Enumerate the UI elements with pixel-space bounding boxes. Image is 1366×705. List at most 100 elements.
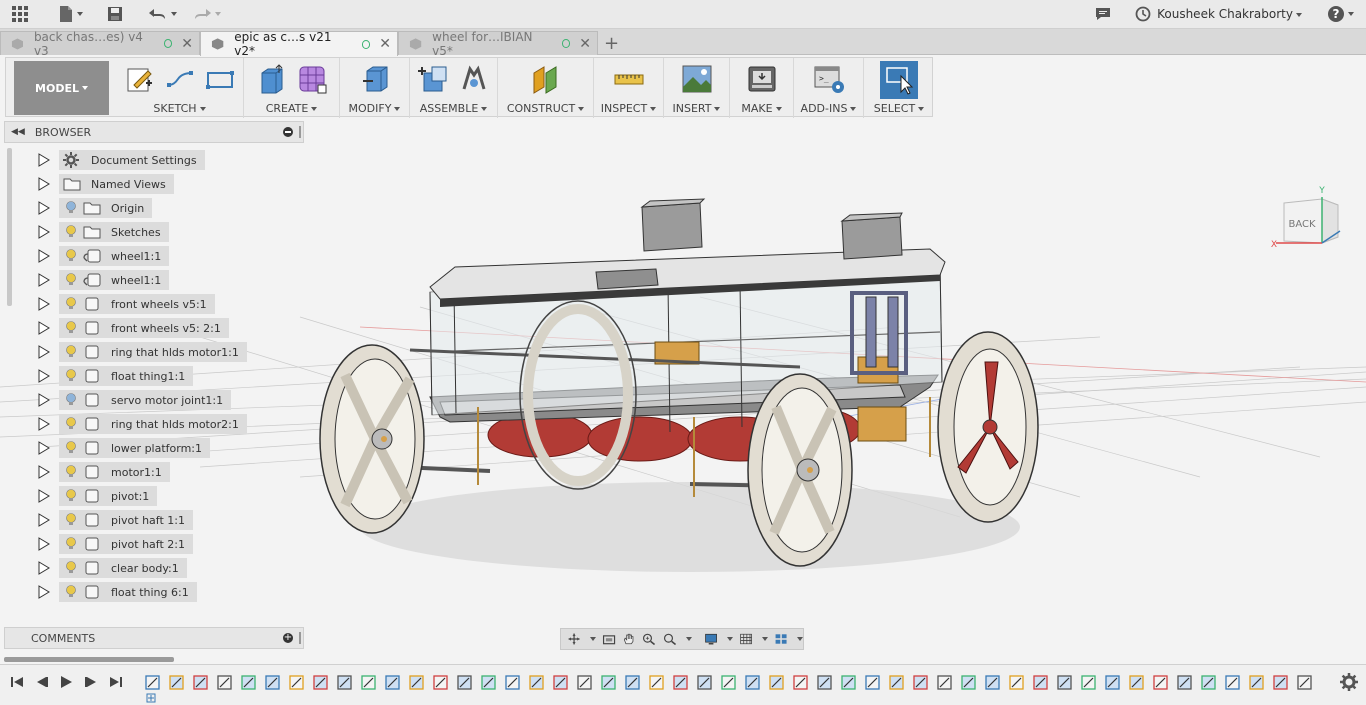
timeline-feature-icon[interactable] xyxy=(1105,675,1120,690)
timeline-feature-icon[interactable] xyxy=(601,675,616,690)
timeline-scrollbar[interactable] xyxy=(4,657,174,662)
visibility-bulb-icon[interactable] xyxy=(65,417,77,431)
browser-item-body[interactable]: clear body:1 xyxy=(59,558,187,578)
visibility-bulb-icon[interactable] xyxy=(65,273,77,287)
timeline-feature-icon[interactable] xyxy=(649,675,664,690)
timeline-feature-icon[interactable] xyxy=(1177,675,1192,690)
minimize-panel-icon[interactable] xyxy=(283,127,293,137)
viewports-dropdown-icon[interactable] xyxy=(797,637,803,641)
zoom-dropdown-icon[interactable] xyxy=(685,637,692,641)
browser-item[interactable]: clear body:1 xyxy=(38,558,187,578)
browser-item[interactable]: ring that hlds motor2:1 xyxy=(38,414,247,434)
comments-panel-header[interactable]: COMMENTS + xyxy=(4,627,304,649)
expand-triangle-icon[interactable] xyxy=(38,561,50,575)
create-group[interactable]: CREATE xyxy=(244,58,340,118)
panel-grip-icon[interactable] xyxy=(299,126,301,138)
timeline-feature-icon[interactable] xyxy=(841,675,856,690)
history-clock-icon[interactable] xyxy=(1134,5,1152,23)
collapse-panel-icon[interactable]: ◀◀ xyxy=(11,127,25,137)
expand-triangle-icon[interactable] xyxy=(38,153,50,167)
redo-icon[interactable] xyxy=(189,5,223,23)
expand-triangle-icon[interactable] xyxy=(38,273,50,287)
workspace-switcher-button[interactable]: MODEL xyxy=(14,61,109,115)
browser-item-body[interactable]: Sketches xyxy=(59,222,169,242)
pan-hand-icon[interactable] xyxy=(622,631,636,647)
tab-wheel[interactable]: wheel for…IBIAN v5* ✕ xyxy=(398,30,598,58)
timeline-settings-gear-icon[interactable] xyxy=(1340,673,1358,691)
form-icon[interactable] xyxy=(296,63,328,95)
viewports-icon[interactable] xyxy=(774,631,788,647)
orbit-icon[interactable] xyxy=(567,631,581,647)
browser-item-body[interactable]: Origin xyxy=(59,198,153,218)
select-group[interactable]: SELECT xyxy=(864,58,934,118)
step-back-icon[interactable] xyxy=(34,674,50,690)
display-settings-icon[interactable] xyxy=(704,631,718,647)
timeline-feature-icon[interactable] xyxy=(193,675,208,690)
browser-item-body[interactable]: pivot haft 2:1 xyxy=(59,534,193,554)
timeline-feature-icon[interactable] xyxy=(1153,675,1168,690)
timeline-feature-icon[interactable] xyxy=(985,675,1000,690)
orbit-dropdown-icon[interactable] xyxy=(590,637,597,641)
timeline-feature-icon[interactable] xyxy=(289,675,304,690)
browser-item[interactable]: pivot:1 xyxy=(38,486,158,506)
expand-triangle-icon[interactable] xyxy=(38,465,50,479)
tab-back-chassis[interactable]: back chas…es) v4 v3 ✕ xyxy=(0,30,200,58)
play-icon[interactable] xyxy=(58,674,74,690)
visibility-bulb-icon[interactable] xyxy=(65,537,77,551)
browser-item[interactable]: wheel1:1 xyxy=(38,270,170,290)
visibility-bulb-icon[interactable] xyxy=(65,465,77,479)
browser-scrollbar[interactable] xyxy=(7,148,12,306)
look-at-icon[interactable] xyxy=(602,631,616,647)
display-dropdown-icon[interactable] xyxy=(726,637,733,641)
timeline-feature-icon[interactable] xyxy=(265,675,280,690)
browser-item[interactable]: Origin xyxy=(38,198,153,218)
timeline-feature-icon[interactable] xyxy=(793,675,808,690)
close-tab-icon[interactable]: ✕ xyxy=(181,36,193,52)
visibility-bulb-icon[interactable] xyxy=(65,297,77,311)
timeline-feature-icon[interactable] xyxy=(1201,675,1216,690)
timeline-feature-icon[interactable] xyxy=(217,675,232,690)
expand-triangle-icon[interactable] xyxy=(38,249,50,263)
visibility-bulb-icon[interactable] xyxy=(65,393,77,407)
create-sketch-icon[interactable] xyxy=(124,63,156,95)
timeline-feature-icon[interactable] xyxy=(1009,675,1024,690)
add-comment-icon[interactable]: + xyxy=(283,633,293,643)
expand-triangle-icon[interactable] xyxy=(38,321,50,335)
browser-item-body[interactable]: wheel1:1 xyxy=(59,270,170,290)
browser-item-body[interactable]: motor1:1 xyxy=(59,462,170,482)
user-menu[interactable]: Kousheek Chakraborty xyxy=(1157,7,1302,21)
expand-triangle-icon[interactable] xyxy=(38,537,50,551)
browser-item[interactable]: motor1:1 xyxy=(38,462,170,482)
timeline-feature-icon[interactable] xyxy=(1297,675,1312,690)
measure-icon[interactable] xyxy=(613,63,645,95)
rectangle-tool-icon[interactable] xyxy=(204,63,236,95)
3d-print-icon[interactable] xyxy=(746,63,778,95)
timeline-feature-icon[interactable] xyxy=(625,675,640,690)
comments-icon[interactable] xyxy=(1094,5,1112,23)
browser-item-body[interactable]: pivot haft 1:1 xyxy=(59,510,193,530)
expand-triangle-icon[interactable] xyxy=(38,201,50,215)
browser-item[interactable]: pivot haft 2:1 xyxy=(38,534,193,554)
browser-item-body[interactable]: pivot:1 xyxy=(59,486,158,506)
visibility-bulb-icon[interactable] xyxy=(65,225,77,239)
browser-item-body[interactable]: Document Settings xyxy=(59,150,205,170)
timeline-feature-icon[interactable] xyxy=(313,675,328,690)
tab-epic-assembly[interactable]: epic as c…s v21 v2* ✕ xyxy=(200,30,398,58)
expand-triangle-icon[interactable] xyxy=(38,177,50,191)
timeline-feature-icon[interactable] xyxy=(385,675,400,690)
timeline-feature-icon[interactable] xyxy=(457,675,472,690)
zoom-icon[interactable] xyxy=(642,631,656,647)
modify-group[interactable]: MODIFY xyxy=(340,58,410,118)
visibility-bulb-icon[interactable] xyxy=(65,585,77,599)
timeline-feature-icon[interactable] xyxy=(1129,675,1144,690)
timeline-feature-icon[interactable] xyxy=(553,675,568,690)
panel-grip-icon[interactable] xyxy=(299,632,301,644)
browser-item[interactable]: float thing1:1 xyxy=(38,366,194,386)
browser-panel-header[interactable]: ◀◀ BROWSER xyxy=(4,121,304,143)
timeline-feature-icon[interactable] xyxy=(577,675,592,690)
browser-item[interactable]: Sketches xyxy=(38,222,169,242)
timeline-feature-icon[interactable] xyxy=(697,675,712,690)
visibility-bulb-icon[interactable] xyxy=(65,513,77,527)
close-tab-icon[interactable]: ✕ xyxy=(579,36,591,52)
assemble-group[interactable]: ASSEMBLE xyxy=(410,58,498,118)
